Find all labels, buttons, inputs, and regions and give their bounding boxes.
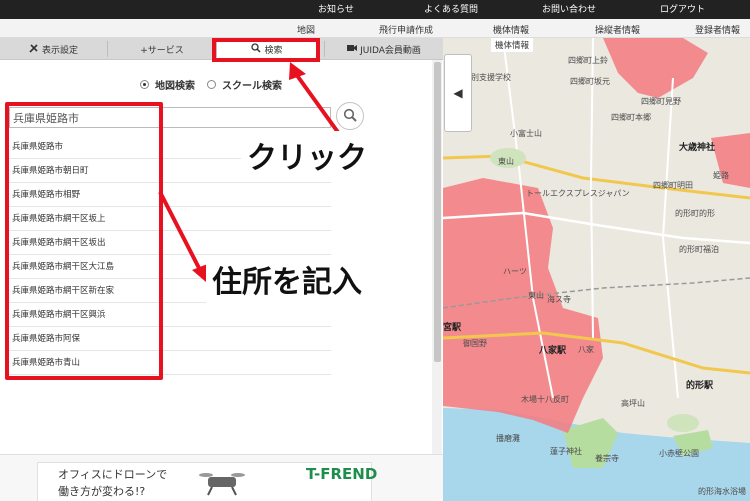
nav-pilot-info[interactable]: 操縦者情報 <box>595 23 640 36</box>
search-submit-button[interactable] <box>336 102 364 130</box>
map-label: 的形町的形 <box>675 209 715 218</box>
map-search-radio[interactable] <box>140 79 149 89</box>
map-label: 八家駅 <box>539 346 567 356</box>
map-label: 四郷町上鈴 <box>568 56 608 65</box>
map-label: 大歳神社 <box>679 143 716 153</box>
drone-icon <box>198 469 246 501</box>
map-label: 小富士山 <box>510 129 542 138</box>
ad-headline: オフィスにドローンで <box>58 468 168 481</box>
map-view[interactable]: 機体情報 四郷町上鈴 四郷町坂元 四郷町本郷 四郷町見野 大歳神社 四郷町明田 … <box>443 38 750 501</box>
map-label: 高坪山 <box>621 399 645 408</box>
map-label: 四郷町坂元 <box>570 77 610 86</box>
ad-subline: 働き方が変わる!? <box>58 485 146 498</box>
top-navigation-bar: お知らせ よくある質問 お問い合わせ ログアウト <box>0 0 750 19</box>
map-label: 木場十八反町 <box>521 395 569 404</box>
nav-aircraft-info[interactable]: 機体情報 <box>491 38 534 52</box>
map-label: ハーツ <box>503 267 527 276</box>
nav-flight-application[interactable]: 飛行申請作成 <box>379 23 433 36</box>
tab-label: JUIDA会員動画 <box>360 45 421 56</box>
map-label: 的形海水浴場 <box>698 487 746 496</box>
suggestion-item[interactable]: 兵庫県姫路市相野 <box>9 183 331 207</box>
collapse-panel-button[interactable]: ◀ <box>444 54 472 132</box>
suggestion-item[interactable]: 兵庫県姫路市網干区坂出 <box>9 231 331 255</box>
map-label: 的形駅 <box>686 381 714 391</box>
panel-scrollbar-thumb[interactable] <box>434 62 441 362</box>
suggestion-item[interactable]: 兵庫県姫路市網干区興浜 <box>9 303 331 327</box>
news-link[interactable]: お知らせ <box>318 2 354 15</box>
tab-service[interactable]: +サービス <box>108 38 216 60</box>
contact-link[interactable]: お問い合わせ <box>542 2 596 15</box>
map-label: 四郷町本郷 <box>611 113 651 122</box>
nav-registrant-info[interactable]: 登録者情報 <box>695 23 740 36</box>
address-search-input[interactable]: 兵庫県姫路市 <box>9 107 331 128</box>
map-label: 養宗寺 <box>595 454 619 463</box>
enter-address-annotation: 住所を記入 <box>206 255 368 303</box>
video-camera-icon <box>347 44 358 55</box>
school-search-label: スクール検索 <box>222 80 282 92</box>
nav-map[interactable]: 地図 <box>297 23 315 36</box>
sub-navigation-bar: 地図 飛行申請作成 機体情報 操縦者情報 登録者情報 <box>0 19 750 38</box>
map-label: 東山 <box>498 157 514 166</box>
search-icon <box>343 107 357 126</box>
tab-member-video[interactable]: JUIDA会員動画 <box>325 38 443 60</box>
map-label: 姫路 <box>713 171 729 180</box>
tools-icon <box>29 43 39 56</box>
suggestion-item[interactable]: 兵庫県姫路市青山 <box>9 351 331 375</box>
map-label: 八家 <box>578 345 594 354</box>
search-mode-selector: 地図検索 スクール検索 <box>140 77 294 92</box>
map-label: 宮駅 <box>443 323 462 333</box>
map-search-label: 地図検索 <box>155 80 195 92</box>
click-annotation: クリック <box>241 131 373 179</box>
nav-aircraft-info[interactable]: 機体情報 <box>493 23 529 36</box>
map-label: 蓮子神社 <box>550 447 582 456</box>
map-label: 的形町福泊 <box>679 245 719 254</box>
faq-link[interactable]: よくある質問 <box>424 2 478 15</box>
tab-label: +サービス <box>140 45 184 56</box>
logout-link[interactable]: ログアウト <box>660 2 705 15</box>
search-icon <box>251 42 262 56</box>
chevron-left-icon: ◀ <box>453 86 463 100</box>
map-label: 播磨灘 <box>496 434 520 443</box>
suggestion-item[interactable]: 兵庫県姫路市阿保 <box>9 327 331 351</box>
suggestion-item[interactable]: 兵庫県姫路市網干区坂上 <box>9 207 331 231</box>
map-label: 四郷町明田 <box>653 181 693 190</box>
tab-label: 検索 <box>264 45 283 56</box>
tab-display-settings[interactable]: 表示設定 <box>0 38 107 60</box>
map-label: 海ス寺 <box>547 295 571 304</box>
tab-search[interactable]: 検索 <box>217 38 317 60</box>
map-canvas <box>443 38 750 501</box>
school-search-radio[interactable] <box>207 79 216 89</box>
map-label: 東山 <box>528 291 544 300</box>
ad-logo: T-FREND <box>306 465 378 483</box>
panel-tabs: 表示設定 +サービス 検索 JUIDA会員動画 <box>0 38 443 60</box>
ad-card[interactable]: オフィスにドローンで 働き方が変わる!? T-FREND <box>37 462 377 501</box>
map-label: トールエクスプレスジャパン <box>526 189 630 198</box>
map-label: 四郷町見野 <box>641 97 681 106</box>
tab-label: 表示設定 <box>41 45 78 56</box>
map-label: 小赤壁公園 <box>659 449 699 458</box>
map-label: 御国野 <box>463 339 487 348</box>
advertisement-banner: オフィスにドローンで 働き方が変わる!? T-FREND <box>0 454 443 501</box>
